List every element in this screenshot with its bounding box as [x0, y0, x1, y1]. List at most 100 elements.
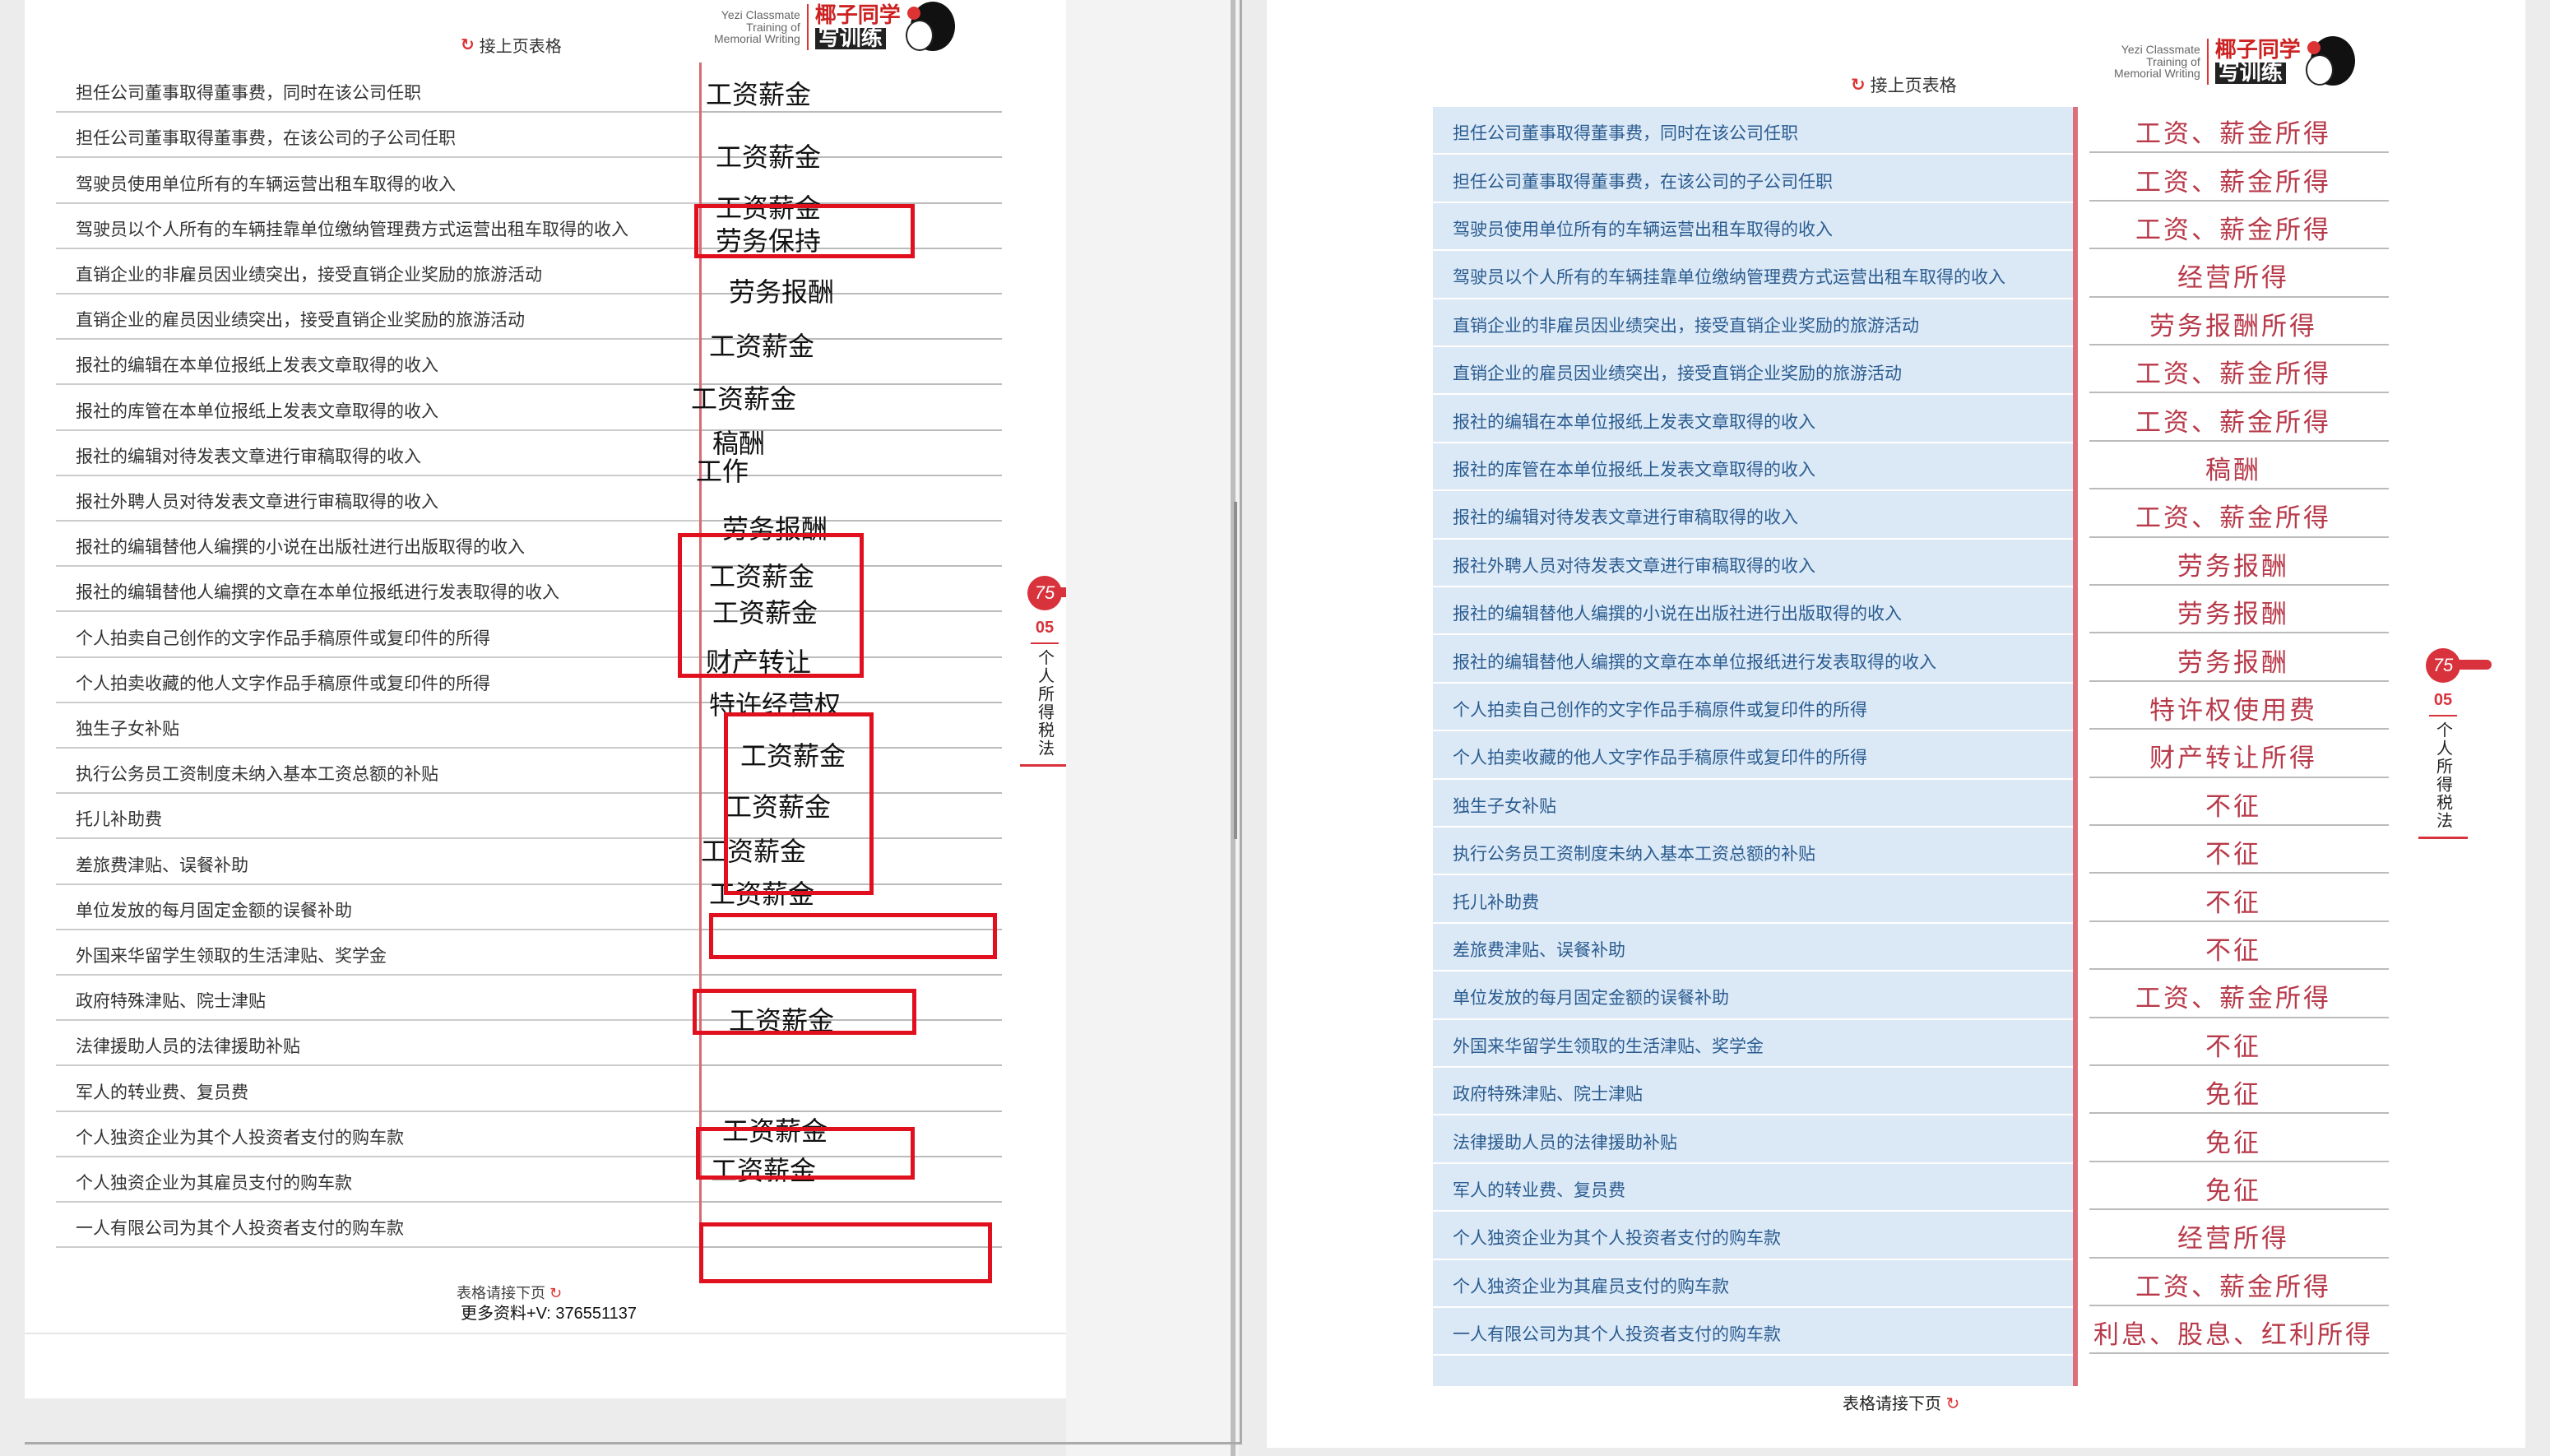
row-description: 军人的转业费、复员费 — [76, 1083, 248, 1102]
table-row: 一人有限公司为其个人投资者支付的购车款 利息、股息、红利所得 — [1433, 1308, 2389, 1356]
table-row: 驾驶员以个人所有的车辆挂靠单位缴纳管理费方式运营出租车取得的收入 经营所得 — [1433, 251, 2389, 299]
row-description: 担任公司董事取得董事费，在该公司的子公司任职 — [1453, 172, 1833, 192]
table-row: 担任公司董事取得董事费，在该公司的子公司任职 — [56, 113, 1002, 159]
red-annotation-box — [699, 1222, 992, 1283]
row-description: 驾驶员以个人所有的车辆挂靠单位缴纳管理费方式运营出租车取得的收入 — [76, 220, 628, 239]
table-row: 军人的转业费、复员费 — [56, 1066, 1002, 1112]
row-description: 个人独资企业为其雇员支付的购车款 — [1453, 1277, 1729, 1296]
brand-en: Yezi Classmate Training of Memorial Writin… — [714, 7, 800, 46]
table-row: 报社的库管在本单位报纸上发表文章取得的收入 稿酬 — [1433, 443, 2389, 492]
row-description: 个人独资企业为其个人投资者支付的购车款 — [1453, 1229, 1781, 1249]
row-description: 单位发放的每月固定金额的误餐补助 — [1453, 989, 1729, 1009]
handwritten-answer: 工作 — [696, 456, 749, 487]
footer-contact: 更多资料+V: 376551137 — [461, 1305, 638, 1323]
table-row: 直销企业的非雇员因业绩突出，接受直销企业奖励的旅游活动 劳务报酬所得 — [1433, 299, 2389, 347]
row-description: 政府特殊津贴、院士津贴 — [1453, 1085, 1643, 1105]
brand-cn: 椰子同学 写训练 — [2214, 38, 2301, 86]
row-description: 直销企业的雇员因业绩突出，接受直销企业奖励的旅游活动 — [1453, 364, 1902, 384]
row-description: 报社的编辑对待发表文章进行审稿取得的收入 — [1453, 508, 1798, 528]
row-description: 报社的编辑在本单位报纸上发表文章取得的收入 — [76, 356, 438, 376]
continue-label: ↻ 接上页表格 — [1851, 75, 1957, 96]
brand-cn: 椰子同学 写训练 — [814, 3, 901, 51]
row-answer: 不征 — [2205, 791, 2261, 822]
table-row: 政府特殊津贴、院士津贴 免征 — [1433, 1068, 2389, 1116]
row-description: 报社的编辑替他人编撰的文章在本单位报纸进行发表取得的收入 — [76, 583, 559, 603]
row-description: 担任公司董事取得董事费，同时在该公司任职 — [1453, 124, 1798, 144]
row-description: 个人独资企业为其雇员支付的购车款 — [76, 1173, 352, 1193]
table-row: 报社的编辑在本单位报纸上发表文章取得的收入 工资、薪金所得 — [1433, 395, 2389, 443]
row-description: 法律援助人员的法律援助补贴 — [76, 1037, 300, 1057]
row-description: 报社外聘人员对待发表文章进行审稿取得的收入 — [1453, 556, 1815, 576]
row-description: 报社的编辑在本单位报纸上发表文章取得的收入 — [1453, 412, 1815, 432]
red-annotation-box — [696, 1127, 915, 1180]
table-row: 报社外聘人员对待发表文章进行审稿取得的收入 — [56, 476, 1002, 522]
page-gutter — [1066, 0, 1239, 1456]
row-answer: 劳务报酬 — [2177, 647, 2289, 678]
row-answer: 经营所得 — [2177, 1224, 2289, 1254]
scrollbar-thumb[interactable] — [1234, 502, 1237, 839]
row-answer: 不征 — [2205, 888, 2261, 918]
row-answer: 工资、薪金所得 — [2135, 503, 2331, 534]
red-annotation-box — [709, 913, 997, 959]
row-description: 军人的转业费、复员费 — [1453, 1180, 1625, 1200]
table-row: 独生子女补贴 不征 — [1433, 780, 2389, 828]
table-row: 驾驶员使用单位所有的车辆运营出租车取得的收入 — [56, 158, 1002, 204]
red-annotation-box — [678, 533, 864, 678]
row-answer: 利息、股息、红利所得 — [2093, 1320, 2373, 1351]
footer-next: 表格请接下页 ↻ — [1843, 1395, 1960, 1413]
row-description: 个人拍卖收藏的他人文字作品手稿原件或复印件的所得 — [76, 674, 490, 693]
row-answer: 劳务报酬 — [2177, 551, 2289, 582]
continue-arrow-icon: ↻ — [461, 36, 475, 54]
table-row: 担任公司董事取得董事费，同时在该公司任职 工资、薪金所得 — [1433, 107, 2389, 155]
row-description: 外国来华留学生领取的生活津贴、奖学金 — [1453, 1036, 1764, 1056]
row-description: 一人有限公司为其个人投资者支付的购车款 — [76, 1219, 404, 1239]
row-description: 担任公司董事取得董事费，在该公司的子公司任职 — [76, 129, 456, 149]
row-description: 报社的编辑对待发表文章进行审稿取得的收入 — [76, 447, 421, 466]
row-description: 直销企业的非雇员因业绩突出，接受直销企业奖励的旅游活动 — [76, 265, 542, 285]
answer-table: 担任公司董事取得董事费，同时在该公司任职 工资、薪金所得 担任公司董事取得董事费，在… — [1433, 107, 2389, 1386]
table-row: 报社的编辑替他人编撰的文章在本单位报纸进行发表取得的收入 劳务报酬 — [1433, 635, 2389, 684]
table-row: 个人拍卖自己创作的文字作品手稿原件或复印件的所得 特许权使用费 — [1433, 684, 2389, 732]
row-description: 政府特殊津贴、院士津贴 — [76, 992, 266, 1012]
table-row: 担任公司董事取得董事费，同时在该公司任职 — [56, 67, 1002, 114]
left-page: Yezi Classmate Training of Memorial Writin… — [25, 0, 1067, 1398]
row-answer: 工资、薪金所得 — [2135, 215, 2331, 245]
row-description: 独生子女补贴 — [76, 719, 179, 739]
row-description: 驾驶员使用单位所有的车辆运营出租车取得的收入 — [76, 174, 456, 194]
row-answer: 免征 — [2205, 1128, 2261, 1158]
row-description: 托儿补助费 — [76, 810, 162, 830]
row-answer: 不征 — [2205, 935, 2261, 966]
row-description: 个人拍卖自己创作的文字作品手稿原件或复印件的所得 — [1453, 700, 1867, 720]
table-row: 报社外聘人员对待发表文章进行审稿取得的收入 劳务报酬 — [1433, 540, 2389, 587]
table-row: 托儿补助费 不征 — [1433, 875, 2389, 924]
row-description: 驾驶员以个人所有的车辆挂靠单位缴纳管理费方式运营出租车取得的收入 — [1453, 268, 2005, 288]
row-description: 直销企业的非雇员因业绩突出，接受直销企业奖励的旅游活动 — [1453, 316, 1919, 336]
row-answer: 工资、薪金所得 — [2135, 359, 2331, 390]
page-number-badge: 75 — [2426, 648, 2460, 683]
row-description: 报社外聘人员对待发表文章进行审稿取得的收入 — [76, 492, 438, 512]
mascot-icon — [905, 2, 955, 53]
handwritten-answer: 工资薪金 — [716, 141, 822, 173]
row-description: 执行公务员工资制度未纳入基本工资总额的补贴 — [76, 765, 438, 785]
handwritten-answer: 工资薪金 — [691, 383, 797, 415]
row-description: 法律援助人员的法律援助补贴 — [1453, 1133, 1677, 1152]
row-answer: 特许权使用费 — [2149, 695, 2317, 726]
table-row: 差旅费津贴、误餐补助 不征 — [1433, 924, 2389, 972]
row-description: 托儿补助费 — [1453, 893, 1539, 912]
table-row: 个人拍卖收藏的他人文字作品手稿原件或复印件的所得 财产转让所得 — [1433, 731, 2389, 780]
row-description: 外国来华留学生领取的生活津贴、奖学金 — [76, 946, 387, 966]
table-row: 报社的库管在本单位报纸上发表文章取得的收入 — [56, 385, 1002, 431]
row-answer: 劳务报酬所得 — [2149, 311, 2317, 341]
row-answer: 工资、薪金所得 — [2135, 984, 2331, 1014]
table-row: 驾驶员使用单位所有的车辆运营出租车取得的收入 工资、薪金所得 — [1433, 203, 2389, 252]
table-row: 执行公务员工资制度未纳入基本工资总额的补贴 不征 — [1433, 828, 2389, 876]
chapter-tab: 75 05 个人所得税法 — [2418, 648, 2492, 839]
row-description: 报社的库管在本单位报纸上发表文章取得的收入 — [76, 401, 438, 421]
chapter-title: 个人所得税法 — [2433, 721, 2452, 830]
continue-arrow-icon: ↻ — [1851, 75, 1866, 95]
row-description: 单位发放的每月固定金额的误餐补助 — [76, 901, 352, 920]
row-answer: 财产转让所得 — [2149, 744, 2317, 774]
table-row: 直销企业的雇员因业绩突出，接受直销企业奖励的旅游活动 — [56, 294, 1002, 341]
table-row: 担任公司董事取得董事费，在该公司的子公司任职 工资、薪金所得 — [1433, 155, 2389, 203]
page-number-badge: 75 — [1027, 576, 1062, 610]
